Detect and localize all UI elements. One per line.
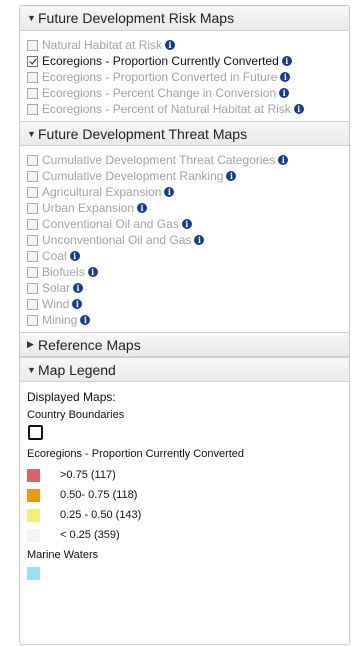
info-icon[interactable]: i [80, 315, 91, 325]
info-icon[interactable]: i [165, 40, 176, 50]
layer-row[interactable]: Ecoregions - Proportion Currently Conver… [27, 53, 342, 69]
legend-class-label: 0.50- 0.75 (118) [60, 489, 138, 501]
layer-label: Biofuels [42, 265, 85, 279]
layer-row[interactable]: Urban Expansion i [27, 200, 342, 216]
layer-checkbox[interactable] [27, 298, 38, 310]
layer-checkbox[interactable] [27, 154, 38, 166]
map-legend: Displayed Maps: Country Boundaries Ecore… [20, 382, 349, 580]
legend-swatch [27, 528, 40, 542]
layer-row[interactable]: Coal i [27, 248, 342, 264]
caret-right-icon: ▶ [27, 339, 34, 349]
legend-class-list: >0.75 (117) 0.50- 0.75 (118) 0.25 - 0.50 (… [27, 465, 342, 545]
layer-label: Ecoregions - Percent Change in Conversio… [42, 86, 277, 100]
layer-checkbox[interactable] [27, 202, 38, 214]
layer-checkbox[interactable] [27, 282, 38, 294]
layer-row[interactable]: Ecoregions - Percent Change in Conversio… [27, 85, 342, 101]
legend-class-row: < 0.25 (359) [27, 525, 342, 545]
layer-checkbox[interactable] [27, 186, 38, 198]
layer-checkbox[interactable] [27, 266, 38, 278]
layer-label: Natural Habitat at Risk [42, 38, 163, 52]
layer-checkbox[interactable] [27, 218, 38, 230]
info-icon[interactable]: i [279, 88, 290, 98]
layer-row[interactable]: Ecoregions - Proportion Converted in Fut… [27, 69, 342, 85]
caret-down-icon: ▼ [27, 13, 36, 23]
layer-checkbox[interactable] [27, 71, 38, 83]
section-title: Map Legend [38, 361, 116, 378]
legend-class-label: 0.25 - 0.50 (143) [60, 509, 142, 521]
legend-class-row: 0.25 - 0.50 (143) [27, 505, 342, 525]
caret-down-icon: ▼ [27, 364, 36, 375]
layer-row[interactable]: Cumulative Development Threat Categories… [27, 152, 342, 168]
info-icon[interactable]: i [278, 155, 289, 165]
info-icon[interactable]: i [194, 235, 205, 245]
layer-checkbox[interactable] [27, 87, 38, 99]
layer-label: Coal [42, 249, 67, 263]
layer-row[interactable]: Natural Habitat at Risk i [27, 37, 342, 53]
layer-row[interactable]: Mining i [27, 312, 342, 328]
layer-row[interactable]: Solar i [27, 280, 342, 296]
section-header-map-legend[interactable]: ▼ Map Legend [20, 357, 349, 382]
layer-checkbox[interactable] [27, 103, 38, 115]
section-title: Reference Maps [38, 336, 141, 353]
info-icon[interactable]: i [280, 72, 291, 82]
info-icon[interactable]: i [69, 251, 80, 261]
layer-label: Ecoregions - Proportion Currently Conver… [42, 54, 279, 68]
legend-swatch [27, 468, 40, 482]
layer-panel: ▼ Future Development Risk Maps Natural H… [19, 5, 350, 645]
section-header-risk-maps[interactable]: ▼ Future Development Risk Maps [20, 6, 349, 31]
threat-layer-list: Cumulative Development Threat Categories… [20, 146, 349, 332]
info-icon[interactable]: i [72, 299, 83, 309]
info-icon[interactable]: i [181, 219, 192, 229]
section-title: Future Development Threat Maps [38, 125, 248, 142]
section-title: Future Development Risk Maps [38, 10, 235, 26]
info-icon[interactable]: i [164, 187, 175, 197]
layer-checkbox[interactable] [27, 314, 38, 326]
layer-label: Mining [42, 313, 78, 327]
layer-label: Cumulative Development Ranking [42, 169, 224, 183]
section-header-reference-maps[interactable]: ▶ Reference Maps [20, 332, 349, 357]
info-icon[interactable]: i [281, 56, 292, 66]
layer-checkbox[interactable] [27, 170, 38, 182]
info-icon[interactable]: i [73, 283, 84, 293]
legend-swatch [27, 488, 40, 502]
info-icon[interactable]: i [137, 203, 148, 213]
layer-row[interactable]: Biofuels i [27, 264, 342, 280]
section-header-threat-maps[interactable]: ▼ Future Development Threat Maps [20, 121, 349, 146]
layer-label: Ecoregions - Proportion Converted in Fut… [42, 70, 278, 84]
legend-class-row: 0.50- 0.75 (118) [27, 485, 342, 505]
country-boundaries-label: Country Boundaries [27, 409, 125, 421]
layer-row[interactable]: Conventional Oil and Gas i [27, 216, 342, 232]
layer-label: Wind [42, 297, 70, 311]
layer-checkbox[interactable] [27, 234, 38, 246]
legend-class-row: >0.75 (117) [27, 465, 342, 485]
displayed-maps-label: Displayed Maps: [27, 390, 116, 404]
layer-row[interactable]: Ecoregions - Percent of Natural Habitat … [27, 101, 342, 117]
layer-label: Solar [42, 281, 71, 295]
layer-row[interactable]: Wind i [27, 296, 342, 312]
marine-waters-swatch [27, 567, 40, 580]
layer-label: Cumulative Development Threat Categories [42, 153, 276, 167]
legend-swatch [27, 508, 40, 522]
legend-class-label: >0.75 (117) [60, 469, 116, 481]
layer-label: Conventional Oil and Gas [42, 217, 179, 231]
layer-label: Urban Expansion [42, 201, 135, 215]
layer-checkbox[interactable] [27, 250, 38, 262]
info-icon[interactable]: i [293, 104, 304, 114]
marine-waters-label: Marine Waters [27, 549, 99, 561]
country-boundary-swatch [28, 425, 43, 440]
caret-down-icon: ▼ [27, 128, 36, 139]
layer-label: Agricultural Expansion [42, 185, 162, 199]
layer-label: Ecoregions - Percent of Natural Habitat … [42, 102, 291, 116]
layer-checkbox[interactable] [27, 55, 38, 67]
layer-row[interactable]: Agricultural Expansion i [27, 184, 342, 200]
layer-row[interactable]: Cumulative Development Ranking i [27, 168, 342, 184]
info-icon[interactable]: i [226, 171, 237, 181]
layer-row[interactable]: Unconventional Oil and Gas i [27, 232, 342, 248]
risk-layer-list: Natural Habitat at Risk i Ecoregions - Pro… [20, 31, 349, 121]
info-icon[interactable]: i [87, 267, 98, 277]
legend-class-label: < 0.25 (359) [60, 529, 120, 541]
ecoregions-legend-title: Ecoregions - Proportion Currently Conver… [27, 448, 245, 460]
layer-label: Unconventional Oil and Gas [42, 233, 192, 247]
layer-checkbox[interactable] [27, 39, 38, 51]
